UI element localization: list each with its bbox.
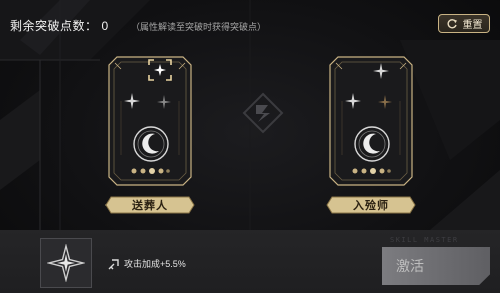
card-mortician[interactable] bbox=[328, 55, 414, 187]
card-name-undertaker: 送葬人 bbox=[132, 199, 168, 212]
card-name-plate-mortician[interactable]: 入殓师 bbox=[326, 196, 416, 214]
star-node-icon bbox=[378, 95, 392, 109]
moon-phase-row bbox=[352, 168, 391, 174]
breakthrough-hint: （属性解读至突破时获得突破点） bbox=[131, 22, 267, 32]
activate-label: 激活 bbox=[396, 258, 424, 274]
star-node-icon bbox=[124, 93, 140, 109]
star-node-icon bbox=[157, 95, 171, 109]
star-node-icon bbox=[373, 63, 389, 79]
card-undertaker[interactable] bbox=[107, 55, 193, 187]
crescent-moon-icon bbox=[133, 126, 169, 162]
remaining-points-label: 剩余突破点数： 0 bbox=[10, 17, 109, 34]
remaining-points-text: 剩余突破点数： bbox=[10, 19, 98, 33]
game-screen: 剩余突破点数： 0 （属性解读至突破时获得突破点） 重置 送葬人 入殓师 攻击加… bbox=[0, 0, 500, 293]
reset-label: 重置 bbox=[462, 20, 483, 31]
reset-arrows-icon bbox=[447, 18, 457, 28]
moon-phase-row bbox=[131, 168, 170, 174]
crescent-moon-icon bbox=[354, 126, 390, 162]
four-point-star-icon bbox=[47, 244, 85, 282]
selected-node-slot bbox=[40, 238, 92, 288]
attack-icon bbox=[108, 258, 119, 269]
remaining-points-value: 0 bbox=[101, 19, 109, 33]
card-name-mortician: 入殓师 bbox=[353, 199, 389, 212]
attack-bonus: 攻击加成+5.5% bbox=[108, 257, 186, 270]
button-watermark: SKILL MASTER bbox=[390, 236, 459, 244]
attack-bonus-text: 攻击加成+5.5% bbox=[124, 259, 186, 269]
diamond-sigil-icon bbox=[242, 92, 284, 134]
selection-bracket-icon bbox=[148, 59, 172, 81]
activate-button[interactable]: 激活 bbox=[382, 247, 490, 285]
star-node-icon bbox=[345, 93, 361, 109]
reset-button[interactable]: 重置 bbox=[438, 14, 490, 33]
card-name-plate-undertaker[interactable]: 送葬人 bbox=[105, 196, 195, 214]
